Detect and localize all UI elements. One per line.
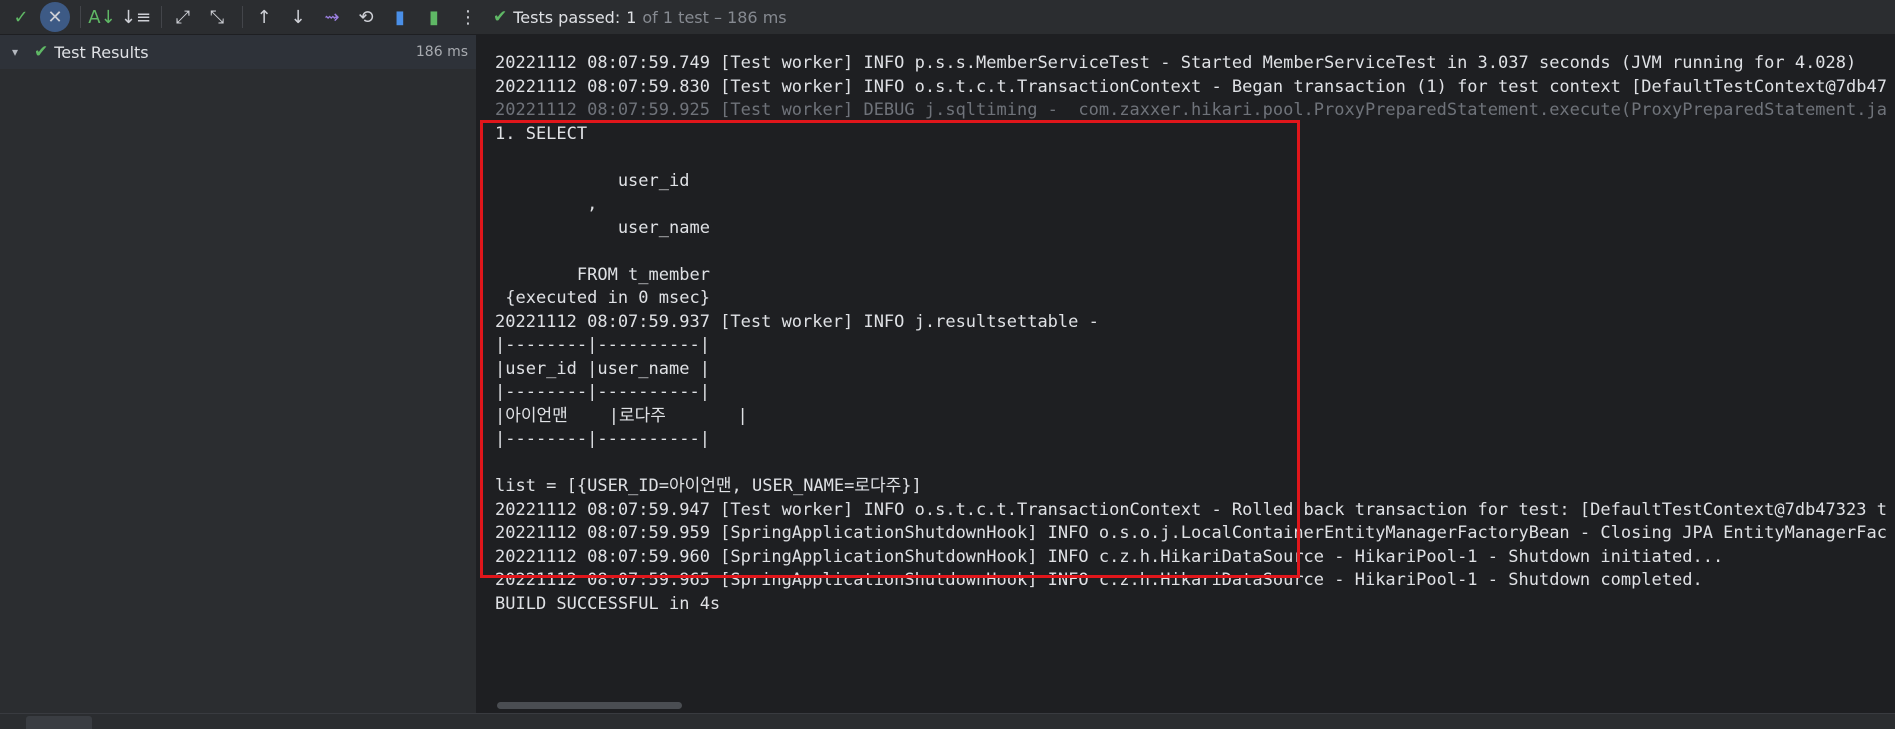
tree-item-label: Test Results — [54, 42, 149, 62]
console-line: BUILD SUCCESSFUL in 4s — [495, 593, 721, 614]
bottom-tab[interactable] — [26, 716, 92, 729]
console-output[interactable]: 20221112 08:07:59.749 [Test worker] INFO… — [477, 35, 1895, 713]
tree-item-duration: 186 ms — [415, 44, 468, 60]
import-tests-icon[interactable]: ⇝ — [317, 2, 347, 32]
expand-all-icon[interactable]: ⤢ — [168, 2, 198, 32]
chevron-down-icon[interactable]: ▾ — [12, 45, 28, 59]
sort-alpha-icon[interactable]: A↓ — [87, 2, 117, 32]
collapse-all-icon[interactable]: ⤡ — [202, 2, 232, 32]
toolbar-separator — [161, 6, 162, 28]
history-icon[interactable]: ⟲ — [351, 2, 381, 32]
prev-failed-icon[interactable]: ↑ — [249, 2, 279, 32]
next-failed-icon[interactable]: ↓ — [283, 2, 313, 32]
status-detail: of 1 test – 186 ms — [642, 7, 787, 27]
passed-check-icon: ✔ — [34, 42, 49, 62]
toolbar-separator — [242, 6, 243, 28]
tree-item-test-results[interactable]: ▾ ✔ Test Results 186 ms — [0, 35, 476, 69]
status-prefix: Tests passed: — [513, 7, 621, 27]
highlight-annotation-box — [480, 120, 1300, 578]
toolbar-separator — [80, 6, 81, 28]
test-runner-toolbar: ✓ ✕ A↓ ↓≡ ⤢ ⤡ ↑ ↓ ⇝ ⟲ ▮ ▮ ⋮ ✔ Tests passed: 1 of 1 t… — [0, 0, 1895, 35]
show-ignored-icon[interactable]: ✕ — [40, 2, 70, 32]
status-count: 1 — [626, 7, 637, 27]
passed-check-icon: ✔ — [493, 7, 508, 27]
export-icon[interactable]: ▮ — [385, 2, 415, 32]
horizontal-scrollbar[interactable] — [497, 702, 682, 709]
import-results-icon[interactable]: ▮ — [419, 2, 449, 32]
sort-duration-icon[interactable]: ↓≡ — [121, 2, 151, 32]
show-passed-icon[interactable]: ✓ — [6, 2, 36, 32]
more-options-icon[interactable]: ⋮ — [453, 2, 483, 32]
bottom-tool-window-bar — [0, 713, 1895, 729]
test-status: ✔ Tests passed: 1 of 1 test – 186 ms — [493, 7, 787, 27]
toolbar-buttons: ✓ ✕ A↓ ↓≡ ⤢ ⤡ ↑ ↓ ⇝ ⟲ ▮ ▮ ⋮ — [6, 2, 487, 32]
test-results-tree: ▾ ✔ Test Results 186 ms — [0, 35, 477, 713]
